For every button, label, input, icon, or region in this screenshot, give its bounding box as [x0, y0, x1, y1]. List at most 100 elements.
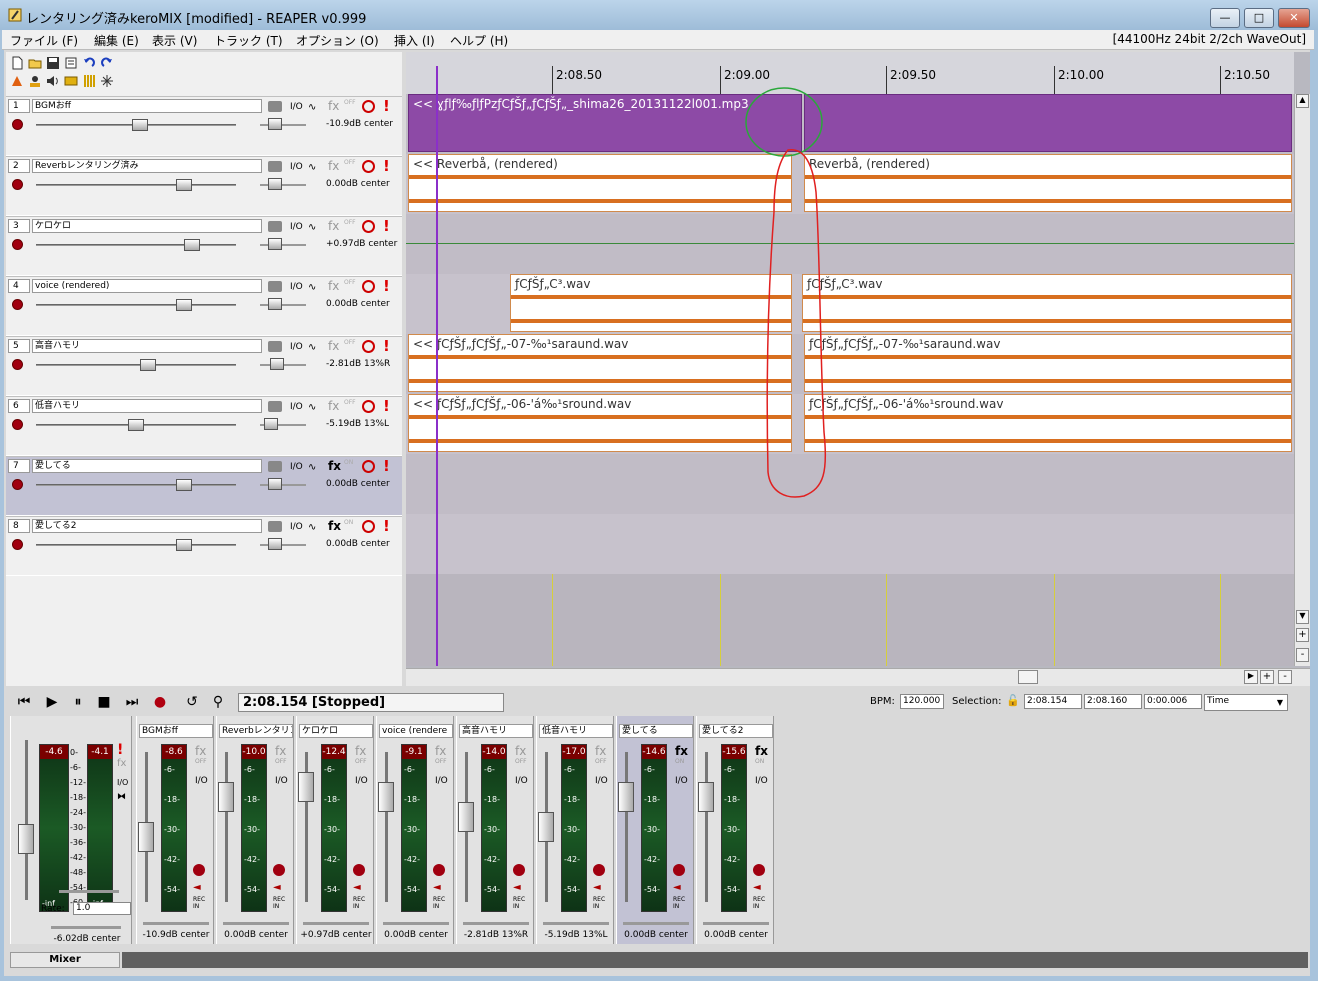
io-button[interactable]: I/O — [290, 102, 303, 112]
title-bar[interactable]: レンタリング済みkeroMIX [modified] - REAPER v0.9… — [0, 0, 1318, 30]
strip-speaker-icon[interactable]: ◄ — [673, 882, 681, 893]
folder-icon[interactable] — [268, 341, 282, 352]
zoom-out-icon[interactable]: - — [1296, 648, 1309, 662]
strip-fx-button[interactable]: fx — [755, 744, 768, 758]
strip-fx-button[interactable]: fx — [675, 744, 688, 758]
track-lanes[interactable]: << ɣƒlƒ‰ƒlƒPzƒCƒŠƒ„ƒCƒŠƒ„_shima26_201311… — [406, 94, 1294, 666]
envelope-icon[interactable]: ∿ — [308, 162, 316, 173]
media-item[interactable]: << ɣƒlƒ‰ƒlƒPzƒCƒŠƒ„ƒCƒŠƒ„_shima26_201311… — [408, 94, 802, 152]
pause-icon[interactable]: ⏸ — [70, 694, 86, 710]
close-button[interactable]: ✕ — [1278, 8, 1310, 28]
pan-slider[interactable] — [260, 418, 306, 430]
fx-button[interactable]: fx — [328, 519, 341, 533]
folder-icon[interactable] — [268, 401, 282, 412]
master-fx-button[interactable]: fx — [117, 758, 126, 769]
record-arm-icon[interactable] — [12, 419, 23, 430]
strip-fx-button[interactable]: fx — [595, 744, 606, 758]
strip-record-arm-icon[interactable] — [433, 864, 445, 876]
volume-fader[interactable] — [36, 179, 236, 191]
envelope-icon[interactable]: ∿ — [308, 462, 316, 473]
strip-record-arm-icon[interactable] — [273, 864, 285, 876]
horizontal-scrollbar[interactable]: ▶ + - — [406, 668, 1310, 686]
h-zoom-out-icon[interactable]: - — [1278, 670, 1292, 684]
menu-options[interactable]: オプション (O) — [296, 32, 379, 49]
speaker-icon[interactable] — [46, 74, 60, 88]
master-pan-slider[interactable] — [51, 926, 121, 929]
strip-fader[interactable] — [218, 752, 234, 902]
repeat-icon[interactable]: ↺ — [184, 694, 200, 710]
minimize-button[interactable]: — — [1210, 8, 1240, 28]
go-to-end-icon[interactable]: ⏭ — [124, 694, 140, 710]
track-row[interactable]: 6 低音ハモリ I/O ∿ fx OFF ! -5.19dB 13%L — [6, 396, 402, 456]
strip-pan-slider[interactable] — [223, 922, 289, 925]
envelope-icon[interactable]: ∿ — [308, 282, 316, 293]
strip-fx-button[interactable]: fx — [195, 744, 206, 758]
strip-record-arm-icon[interactable] — [593, 864, 605, 876]
mute-icon[interactable] — [362, 280, 375, 293]
track-row[interactable]: 4 voice (rendered) I/O ∿ fx OFF ! 0.00dB… — [6, 276, 402, 336]
strip-name[interactable]: voice (rendere — [379, 724, 453, 738]
strip-pan-slider[interactable] — [463, 922, 529, 925]
track-lane[interactable] — [406, 454, 1294, 514]
fx-button[interactable]: fx — [328, 459, 341, 473]
folder-icon[interactable] — [268, 221, 282, 232]
volume-fader[interactable] — [36, 239, 236, 251]
strip-fader[interactable] — [458, 752, 474, 902]
track-row[interactable]: 5 高音ハモリ I/O ∿ fx OFF ! -2.81dB 13%R — [6, 336, 402, 396]
folder-icon[interactable] — [268, 161, 282, 172]
solo-button[interactable]: ! — [383, 217, 390, 235]
media-item[interactable]: << ƒCƒŠƒ„ƒCƒŠƒ„-06-'á‰¹sround.wav — [408, 394, 792, 452]
envelope-icon[interactable]: ∿ — [308, 342, 316, 353]
master-clip-icon[interactable]: ! — [117, 742, 123, 758]
pan-slider[interactable] — [260, 118, 306, 130]
solo-button[interactable]: ! — [383, 517, 390, 535]
strip-speaker-icon[interactable]: ◄ — [513, 882, 521, 893]
io-button[interactable]: I/O — [290, 162, 303, 172]
record-arm-icon[interactable] — [12, 299, 23, 310]
mute-icon[interactable] — [362, 460, 375, 473]
new-project-icon[interactable] — [10, 56, 24, 70]
pan-slider[interactable] — [260, 358, 306, 370]
io-button[interactable]: I/O — [290, 522, 303, 532]
strip-name[interactable]: 高音ハモリ — [459, 724, 533, 738]
track-lane[interactable] — [406, 214, 1294, 274]
pan-slider[interactable] — [260, 538, 306, 550]
selection-start-field[interactable]: 2:08.154 — [1024, 694, 1082, 709]
media-item[interactable]: ƒCƒŠƒ„ƒCƒŠƒ„-06-'á‰¹sround.wav — [804, 394, 1292, 452]
strip-speaker-icon[interactable]: ◄ — [273, 882, 281, 893]
strip-io-button[interactable]: I/O — [435, 776, 448, 786]
go-to-start-icon[interactable]: ⏮ — [16, 694, 32, 710]
folder-icon[interactable] — [268, 281, 282, 292]
strip-fader[interactable] — [378, 752, 394, 902]
track-row[interactable]: 2 Reverbレンタリング済み I/O ∿ fx OFF ! 0.00dB c… — [6, 156, 402, 216]
volume-fader[interactable] — [36, 419, 236, 431]
pan-slider[interactable] — [260, 478, 306, 490]
envelope-icon[interactable]: ∿ — [308, 102, 316, 113]
track-name-field[interactable]: Reverbレンタリング済み — [32, 159, 262, 173]
fx-button[interactable]: fx — [328, 339, 339, 353]
metronome-icon[interactable] — [10, 74, 24, 88]
menu-insert[interactable]: 挿入 (I) — [394, 32, 435, 49]
strip-record-arm-icon[interactable] — [673, 864, 685, 876]
strip-io-button[interactable]: I/O — [275, 776, 288, 786]
h-zoom-in-icon[interactable]: + — [1260, 670, 1274, 684]
strip-io-button[interactable]: I/O — [195, 776, 208, 786]
track-row[interactable]: 7 愛してる I/O ∿ fx ON ! 0.00dB center — [6, 456, 402, 516]
record-icon[interactable]: ● — [152, 694, 168, 710]
strip-fx-button[interactable]: fx — [515, 744, 526, 758]
master-width-slider[interactable] — [59, 890, 119, 893]
selection-length-field[interactable]: 0:00.006 — [1144, 694, 1202, 709]
fx-button[interactable]: fx — [328, 399, 339, 413]
strip-speaker-icon[interactable]: ◄ — [593, 882, 601, 893]
strip-speaker-icon[interactable]: ◄ — [193, 882, 201, 893]
pan-slider[interactable] — [260, 178, 306, 190]
fx-button[interactable]: fx — [328, 99, 339, 113]
vertical-scrollbar[interactable]: ▲ ▼ + - — [1294, 94, 1310, 666]
master-fader[interactable] — [18, 740, 34, 900]
track-row[interactable]: 1 BGMおff I/O ∿ fx OFF ! -10.9dB center — [6, 96, 402, 156]
maximize-button[interactable]: □ — [1244, 8, 1274, 28]
io-button[interactable]: I/O — [290, 342, 303, 352]
strip-fx-button[interactable]: fx — [355, 744, 366, 758]
scroll-down-icon[interactable]: ▼ — [1296, 610, 1309, 624]
zoom-in-icon[interactable]: + — [1296, 628, 1309, 642]
